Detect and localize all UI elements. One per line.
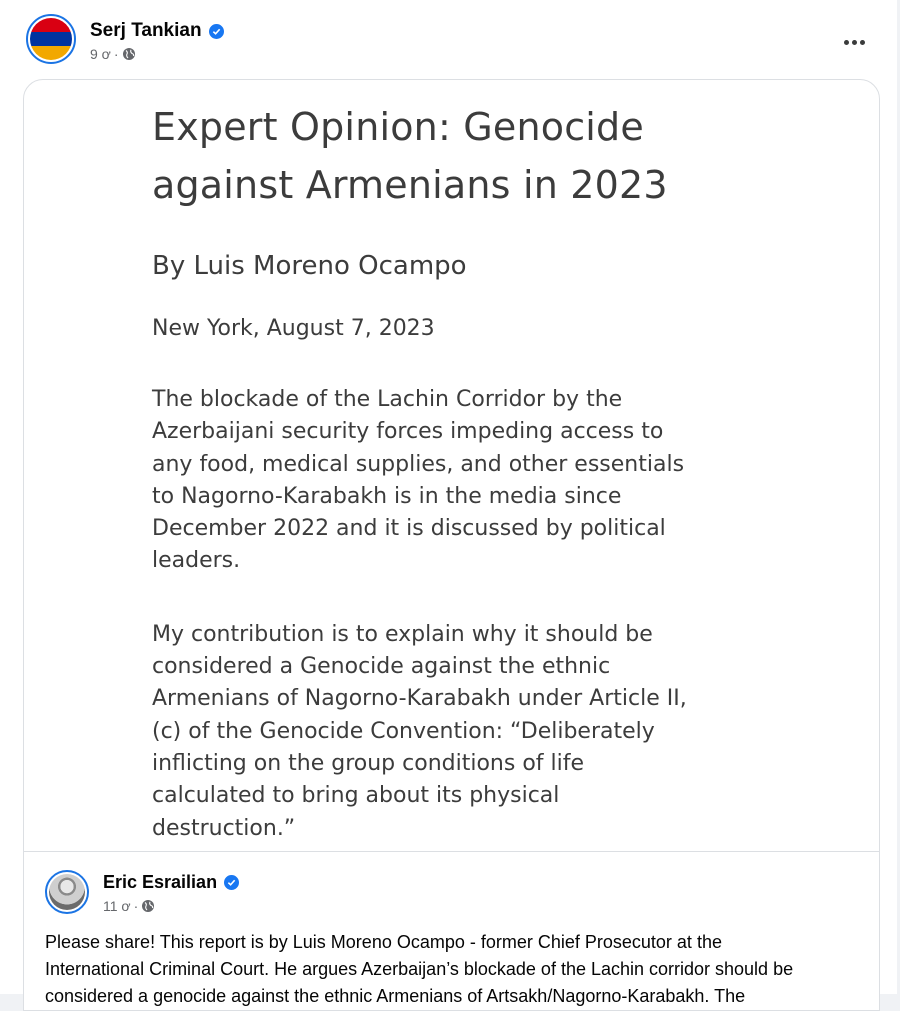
document-dateline: New York, August 7, 2023 <box>152 316 435 341</box>
paragraph-line: inflicting on the group conditions of li… <box>152 750 585 776</box>
shared-image-card[interactable]: Expert Opinion: Genocide against Armenia… <box>23 79 880 1011</box>
meta-separator: · <box>133 898 139 914</box>
quoted-author-name[interactable]: Eric Esrailian <box>103 872 240 893</box>
author-avatar[interactable] <box>26 14 76 64</box>
armenian-flag-icon <box>30 18 72 60</box>
profile-photo <box>49 874 85 910</box>
document-byline: By Luis Moreno Ocampo <box>152 251 467 281</box>
paragraph-line: (c) of the Genocide Convention: “Deliber… <box>152 718 655 744</box>
paragraph-line: considered a Genocide against the ethnic <box>152 654 611 680</box>
verified-badge-icon <box>224 875 240 890</box>
document-title-line-2: against Armenians in 2023 <box>152 163 668 207</box>
author-name-text[interactable]: Serj Tankian <box>90 20 202 42</box>
paragraph-line: to Nagorno-Karabakh is in the media sinc… <box>152 483 622 509</box>
paragraph-line: any food, medical supplies, and other es… <box>152 451 685 477</box>
author-name[interactable]: Serj Tankian <box>90 20 224 42</box>
quoted-post-text: Please share! This report is by Luis Mor… <box>45 929 865 1010</box>
paragraph-line: leaders. <box>152 548 241 574</box>
meta-separator: · <box>113 46 119 62</box>
document-title-line-1: Expert Opinion: Genocide <box>152 105 644 149</box>
post-header: Serj Tankian 9 ơ · <box>26 14 876 70</box>
document-paragraph-2: My contribution is to explain why it sho… <box>152 619 732 845</box>
quoted-post[interactable]: Eric Esrailian 11 ơ · Please share! This… <box>24 851 879 1010</box>
quoted-post-timestamp[interactable]: 11 ơ <box>103 898 131 914</box>
post-timestamp[interactable]: 9 ơ <box>90 46 111 62</box>
post-card: Serj Tankian 9 ơ · Expert Opinion: Genoc… <box>0 0 897 1011</box>
quoted-post-meta: 11 ơ · <box>103 898 155 914</box>
verified-badge-icon <box>208 23 224 39</box>
quoted-text-line: Please share! This report is by Luis Mor… <box>45 932 722 952</box>
paragraph-line: Armenians of Nagorno-Karabakh under Arti… <box>152 686 687 712</box>
document-paragraph-1: The blockade of the Lachin Corridor by t… <box>152 384 732 578</box>
globe-icon <box>122 47 136 61</box>
paragraph-line: Azerbaijani security forces impeding acc… <box>152 419 664 445</box>
quoted-author-avatar[interactable] <box>45 870 89 914</box>
quoted-author-name-text[interactable]: Eric Esrailian <box>103 872 217 893</box>
paragraph-line: My contribution is to explain why it sho… <box>152 621 653 647</box>
paragraph-line: December 2022 and it is discussed by pol… <box>152 516 666 542</box>
post-meta: 9 ơ · <box>90 46 136 62</box>
document-image: Expert Opinion: Genocide against Armenia… <box>152 98 732 845</box>
more-options-button[interactable] <box>836 24 872 60</box>
globe-icon <box>141 899 155 913</box>
document-title: Expert Opinion: Genocide against Armenia… <box>152 98 732 214</box>
quoted-text-line: International Criminal Court. He argues … <box>45 959 794 979</box>
quoted-text-line: considered a genocide against the ethnic… <box>45 986 746 1006</box>
paragraph-line: destruction.” <box>152 815 296 841</box>
paragraph-line: calculated to bring about its physical <box>152 783 560 809</box>
paragraph-line: The blockade of the Lachin Corridor by t… <box>152 387 623 412</box>
